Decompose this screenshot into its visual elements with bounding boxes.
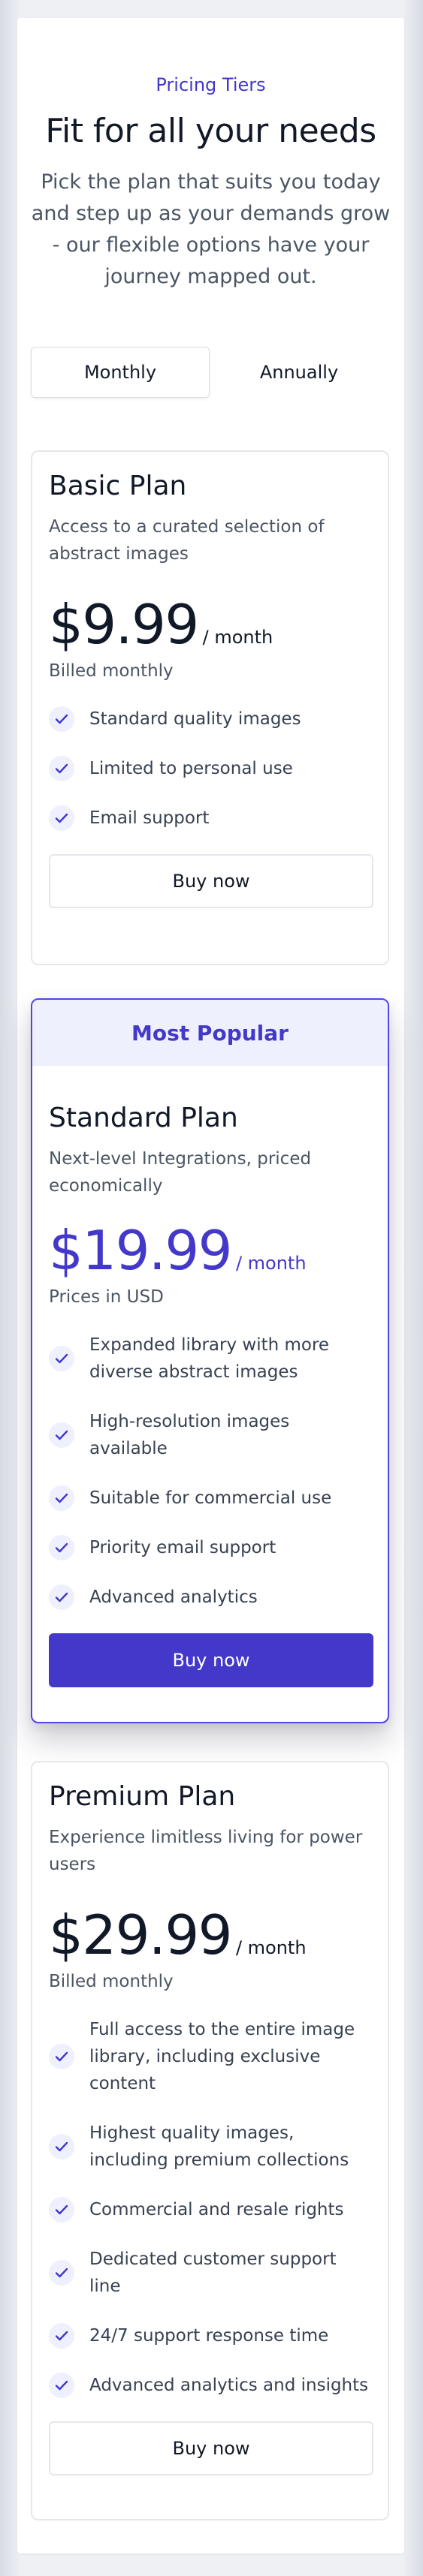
- check-icon: [49, 1485, 74, 1511]
- billing-period-toggle: Monthly Annually: [31, 347, 388, 401]
- check-icon: [49, 805, 74, 831]
- feature-item: Suitable for commercial use: [49, 1485, 371, 1512]
- feature-text: Full access to the entire image library,…: [89, 2020, 355, 2093]
- feature-item: Limited to personal use: [49, 755, 371, 782]
- price-row: $9.99 / month: [49, 594, 371, 655]
- plan-name: Standard Plan: [49, 1103, 238, 1133]
- feature-item: Priority email support: [49, 1534, 371, 1561]
- price-row: $19.99 / month: [49, 1220, 371, 1280]
- check-icon: [49, 1346, 74, 1371]
- feature-item: 24/7 support response time: [49, 2322, 371, 2349]
- price-period: / month: [235, 1937, 307, 1958]
- feature-item: Full access to the entire image library,…: [49, 2016, 371, 2097]
- monthly-toggle-button[interactable]: Monthly: [31, 347, 210, 398]
- plan-price: $9.99: [49, 593, 199, 656]
- check-icon: [49, 2044, 74, 2069]
- plan-price: $29.99: [49, 1903, 232, 1967]
- section-eyebrow: Pricing Tiers: [156, 74, 266, 95]
- check-icon: [49, 1584, 74, 1610]
- plan-description: Next-level Integrations, priced economic…: [49, 1149, 312, 1196]
- feature-item: High-resolution images available: [49, 1408, 371, 1462]
- annually-toggle-button[interactable]: Annually: [210, 347, 388, 398]
- feature-item: Dedicated customer support line: [49, 2246, 371, 2300]
- check-icon: [49, 706, 74, 732]
- billing-note: Prices in USD: [49, 1287, 164, 1307]
- feature-item: Advanced analytics: [49, 1584, 371, 1611]
- feature-text: Priority email support: [89, 1538, 276, 1557]
- plan-price: $19.99: [49, 1219, 232, 1282]
- check-icon: [49, 2197, 74, 2222]
- plan-card-basic: Basic Plan Access to a curated selection…: [31, 450, 389, 965]
- price-period: / month: [202, 627, 273, 648]
- feature-text: Suitable for commercial use: [89, 1488, 332, 1508]
- feature-list: Expanded library with more diverse abstr…: [49, 1332, 371, 1611]
- plan-description: Access to a curated selection of abstrac…: [49, 517, 325, 564]
- feature-text: Advanced analytics: [89, 1587, 258, 1607]
- plan-description: Experience limitless living for power us…: [49, 1828, 363, 1874]
- feature-text: Expanded library with more diverse abstr…: [89, 1335, 330, 1382]
- feature-text: Advanced analytics and insights: [89, 2376, 369, 2395]
- billing-note: Billed monthly: [49, 661, 174, 681]
- feature-text: Email support: [89, 808, 210, 828]
- plan-card-premium: Premium Plan Experience limitless living…: [31, 1761, 389, 2520]
- feature-item: Commercial and resale rights: [49, 2196, 371, 2223]
- check-icon: [49, 1535, 74, 1560]
- feature-text: Highest quality images, including premiu…: [89, 2123, 349, 2170]
- check-icon: [49, 2323, 74, 2349]
- price-row: $29.99 / month: [49, 1905, 371, 1965]
- price-period: / month: [235, 1253, 307, 1274]
- feature-item: Highest quality images, including premiu…: [49, 2120, 371, 2174]
- feature-item: Advanced analytics and insights: [49, 2372, 371, 2399]
- check-icon: [49, 756, 74, 781]
- check-icon: [49, 2373, 74, 2398]
- most-popular-badge: Most Popular: [32, 1000, 388, 1066]
- feature-list: Standard quality images Limited to perso…: [49, 706, 371, 832]
- page-subtitle: Pick the plan that suits you today and s…: [31, 170, 391, 288]
- buy-now-button[interactable]: Buy now: [49, 854, 373, 908]
- check-icon: [49, 1422, 74, 1448]
- feature-text: Limited to personal use: [89, 759, 293, 778]
- feature-list: Full access to the entire image library,…: [49, 2016, 371, 2399]
- plan-name: Basic Plan: [49, 471, 187, 501]
- feature-text: High-resolution images available: [89, 1412, 290, 1458]
- feature-text: Commercial and resale rights: [89, 2200, 344, 2219]
- feature-text: Dedicated customer support line: [89, 2249, 337, 2296]
- check-icon: [49, 2260, 74, 2286]
- pricing-header: Pricing Tiers Fit for all your needs Pic…: [17, 18, 404, 293]
- check-icon: [49, 2134, 74, 2159]
- feature-item: Expanded library with more diverse abstr…: [49, 1332, 371, 1386]
- feature-item: Standard quality images: [49, 706, 371, 733]
- page-title: Fit for all your needs: [45, 112, 376, 150]
- billing-note: Billed monthly: [49, 1972, 174, 1991]
- feature-item: Email support: [49, 805, 371, 832]
- feature-text: 24/7 support response time: [89, 2326, 329, 2346]
- feature-text: Standard quality images: [89, 709, 301, 729]
- pricing-section: Pricing Tiers Fit for all your needs Pic…: [17, 18, 404, 2553]
- buy-now-button[interactable]: Buy now: [49, 2421, 373, 2475]
- plan-name: Premium Plan: [49, 1781, 236, 1812]
- buy-now-button[interactable]: Buy now: [49, 1633, 373, 1687]
- plan-card-standard: Most Popular Standard Plan Next-level In…: [31, 998, 389, 1723]
